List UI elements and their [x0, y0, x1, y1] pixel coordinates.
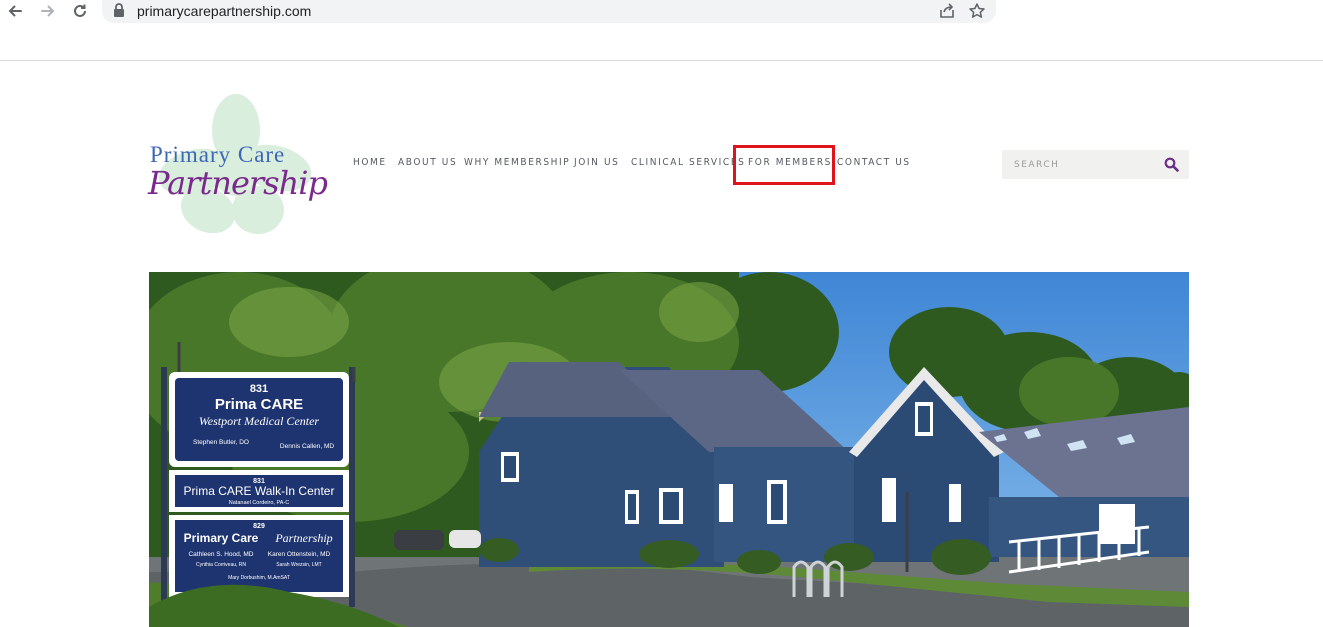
star-icon[interactable]: [968, 2, 986, 25]
sign-brand-primary-care: Primary Care: [184, 531, 259, 545]
nav-contact-us[interactable]: CONTACT US: [837, 157, 911, 168]
search-input[interactable]: [1002, 150, 1164, 179]
reload-icon: [74, 4, 86, 17]
sign-number-829: 829: [253, 523, 265, 530]
sign-name-4: Sarah Wrezsin, LMT: [276, 562, 321, 568]
nav-home[interactable]: HOME: [353, 157, 387, 168]
nav-clinical-services[interactable]: CLINICAL SERVICES: [631, 157, 745, 168]
sign-name-3: Cynthia Corriveau, RN: [196, 562, 246, 568]
sign-walkin-title: Prima CARE Walk-In Center: [184, 484, 335, 498]
sign-brand-partnership: Partnership: [274, 531, 332, 545]
address-url[interactable]: primarycarepartnership.com: [137, 3, 311, 19]
highlight-box-for-members: [733, 145, 835, 185]
lock-icon[interactable]: [113, 3, 125, 23]
sign-brand-primacare: Prima CARE: [215, 396, 303, 413]
arrow-right-icon: [41, 5, 55, 17]
sign-walkin-sub: Natanael Cordeiro, PA-C: [229, 500, 289, 506]
sign-doctor-left: Stephen Butler, DO: [193, 439, 249, 446]
reload-button[interactable]: [69, 0, 91, 22]
back-button[interactable]: [4, 0, 26, 22]
sign-doctor-right: Dennis Callen, MD: [280, 443, 334, 450]
sign-name-5: Mary Dorbushim, M.AmSAT: [228, 575, 290, 581]
logo-text-partnership: Partnership: [148, 164, 328, 202]
site-logo[interactable]: Primary Care Partnership: [146, 92, 328, 238]
hero-image: 831 Prima CARE Westport Medical Center S…: [149, 272, 1189, 627]
sign-center-name: Westport Medical Center: [199, 414, 320, 428]
nav-join-us[interactable]: JOIN US: [574, 157, 619, 168]
forward-button[interactable]: [37, 0, 59, 22]
address-bar[interactable]: primarycarepartnership.com: [102, 0, 996, 23]
nav-why-membership[interactable]: WHY MEMBERSHIP: [464, 157, 570, 168]
search-box: [1002, 150, 1189, 179]
share-icon[interactable]: [938, 2, 956, 25]
sign-name-1: Cathleen S. Hood, MD: [188, 551, 253, 558]
arrow-left-icon: [8, 5, 22, 17]
building-photo: 831 Prima CARE Westport Medical Center S…: [149, 272, 1189, 627]
search-icon[interactable]: [1164, 157, 1179, 177]
sign-name-2: Karen Ottenstein, MD: [268, 551, 331, 558]
nav-about-us[interactable]: ABOUT US: [398, 157, 457, 168]
browser-toolbar: primarycarepartnership.com: [0, 0, 1323, 61]
sign-number-831: 831: [250, 383, 268, 395]
